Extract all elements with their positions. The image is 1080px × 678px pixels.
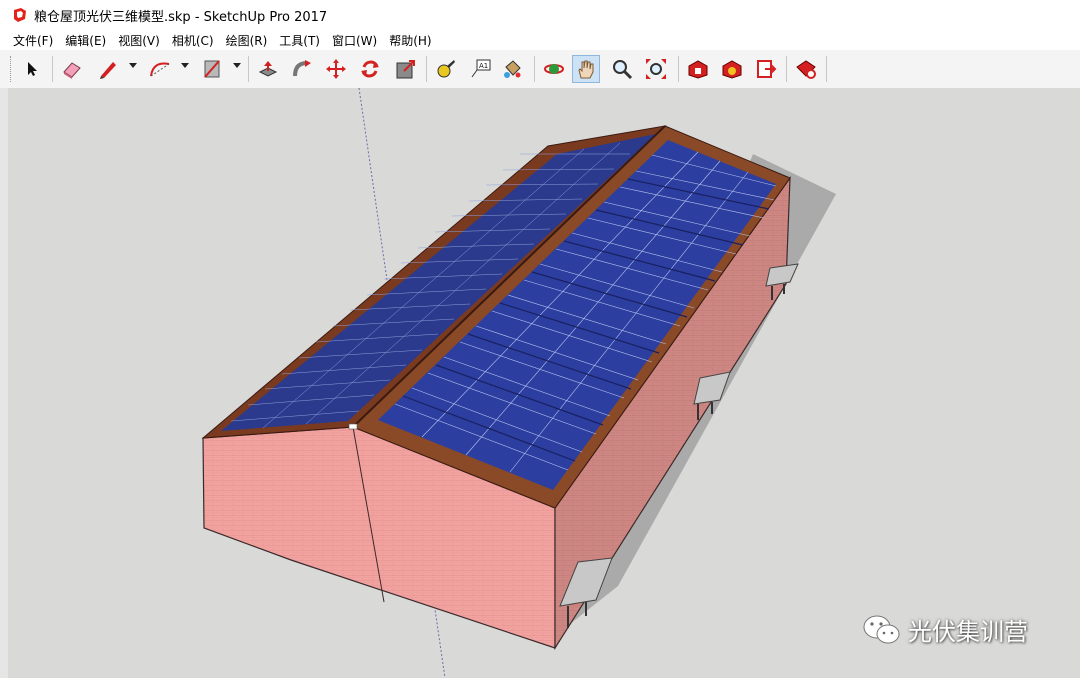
zoom-extents-icon	[646, 59, 666, 79]
pan-hand-icon	[578, 60, 594, 79]
3d-warehouse-button[interactable]	[684, 55, 712, 83]
toolbar-separator	[786, 56, 787, 82]
menu-window[interactable]: 窗口(W)	[327, 32, 382, 49]
menu-tools[interactable]: 工具(T)	[274, 32, 325, 49]
push-pull-tool-button[interactable]	[254, 55, 282, 83]
text-label-icon: A1	[471, 59, 491, 78]
paint-bucket-icon	[504, 60, 521, 78]
rectangle-tool-button[interactable]	[198, 55, 226, 83]
toolbar-separator	[426, 56, 427, 82]
ridge-cap	[348, 423, 358, 430]
follow-me-tool-button[interactable]	[288, 55, 316, 83]
zoom-icon	[613, 60, 633, 80]
toolbar-separator	[534, 56, 535, 82]
text-tool-button[interactable]: A1	[466, 55, 494, 83]
arc-dropdown-arrow[interactable]	[181, 63, 189, 68]
arc-icon	[150, 62, 170, 77]
eraser-tool-button[interactable]	[58, 55, 86, 83]
menu-file[interactable]: 文件(F)	[8, 32, 58, 49]
shape-dropdown-arrow[interactable]	[233, 63, 241, 68]
send-to-layout-icon	[757, 60, 777, 78]
orbit-icon	[544, 64, 564, 74]
zoom-tool-button[interactable]	[608, 55, 636, 83]
extension-warehouse-button[interactable]	[718, 55, 746, 83]
svg-text:A1: A1	[479, 62, 488, 70]
select-arrow-icon	[28, 62, 37, 76]
window-title: 粮仓屋顶光伏三维模型.skp - SketchUp Pro 2017	[34, 9, 328, 25]
3d-warehouse-icon	[688, 60, 708, 79]
watermark: 光伏集训营	[862, 612, 1028, 647]
tape-measure-tool-button[interactable]	[432, 55, 460, 83]
move-tool-button[interactable]	[322, 55, 350, 83]
pan-tool-button[interactable]	[572, 55, 600, 83]
rectangle-icon	[204, 60, 220, 78]
push-pull-icon	[258, 61, 278, 77]
toolbar-separator	[826, 56, 827, 82]
model-scene[interactable]	[8, 88, 1080, 678]
toolbar-separator	[678, 56, 679, 82]
paint-bucket-tool-button[interactable]	[498, 55, 526, 83]
extension-warehouse-icon	[722, 60, 742, 79]
wechat-icon	[863, 615, 900, 643]
zoom-extents-tool-button[interactable]	[642, 55, 670, 83]
menu-view[interactable]: 视图(V)	[113, 32, 165, 49]
menu-edit[interactable]: 编辑(E)	[60, 32, 111, 49]
extension-manager-button[interactable]	[792, 55, 820, 83]
menu-camera[interactable]: 相机(C)	[167, 32, 219, 49]
line-tool-button[interactable]	[94, 55, 122, 83]
move-icon	[326, 59, 346, 79]
rotate-icon	[361, 60, 379, 78]
left-edge-panel	[0, 88, 8, 678]
toolbar: A1	[0, 50, 1080, 89]
menu-help[interactable]: 帮助(H)	[384, 32, 436, 49]
extension-manager-icon	[796, 60, 816, 79]
toolbar-separator	[52, 56, 53, 82]
toolbar-separator	[248, 56, 249, 82]
watermark-text: 光伏集训营	[908, 618, 1028, 646]
line-dropdown-arrow[interactable]	[129, 63, 137, 68]
drawing-viewport[interactable]	[8, 88, 1080, 678]
sketchup-icon	[14, 8, 26, 22]
scale-tool-button[interactable]	[392, 55, 420, 83]
follow-me-icon	[293, 60, 311, 77]
select-tool-button[interactable]	[18, 55, 46, 83]
menu-bar: 文件(F) 编辑(E) 视图(V) 相机(C) 绘图(R) 工具(T) 窗口(W…	[0, 30, 1080, 50]
scale-icon	[396, 60, 415, 79]
rotate-tool-button[interactable]	[356, 55, 384, 83]
eraser-icon	[63, 62, 81, 79]
pencil-line-icon	[100, 62, 116, 79]
title-bar: 粮仓屋顶光伏三维模型.skp - SketchUp Pro 2017	[0, 0, 1080, 30]
arc-tool-button[interactable]	[146, 55, 174, 83]
toolbar-grip[interactable]	[10, 56, 14, 82]
orbit-tool-button[interactable]	[540, 55, 568, 83]
menu-draw[interactable]: 绘图(R)	[221, 32, 273, 49]
send-to-layout-button[interactable]	[752, 55, 780, 83]
tape-measure-icon	[437, 60, 455, 78]
